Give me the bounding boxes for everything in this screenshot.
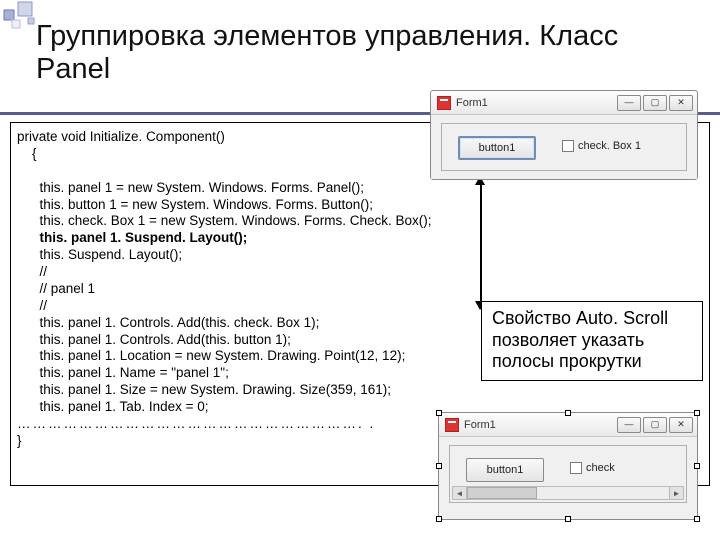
panel: button1 check ◄ ► (449, 445, 687, 503)
button1[interactable]: button1 (458, 136, 536, 160)
code-line: this. panel 1. Controls. Add(this. check… (17, 315, 319, 330)
code-line: this. panel 1. Name = "panel 1"; (17, 365, 229, 380)
maximize-button[interactable]: ▢ (643, 417, 667, 433)
maximize-button[interactable]: ▢ (643, 95, 667, 111)
resize-handle[interactable] (436, 463, 442, 469)
button1[interactable]: button1 (466, 458, 544, 482)
code-line: this. Suspend. Layout(); (17, 247, 182, 262)
form-preview-bottom: Form1 — ▢ ✕ button1 check ◄ ► (438, 412, 698, 520)
horizontal-scrollbar[interactable]: ◄ ► (452, 486, 684, 500)
close-button[interactable]: ✕ (669, 417, 693, 433)
window-controls: — ▢ ✕ (617, 417, 693, 433)
form-client-area: button1 check. Box 1 (431, 115, 697, 179)
code-line: { (17, 146, 37, 161)
resize-handle[interactable] (694, 410, 700, 416)
code-line: this. button 1 = new System. Windows. Fo… (17, 197, 373, 212)
resize-handle[interactable] (694, 516, 700, 522)
scroll-left-icon[interactable]: ◄ (453, 487, 467, 499)
panel: button1 check. Box 1 (441, 123, 687, 171)
resize-handle[interactable] (436, 516, 442, 522)
code-line: this. panel 1 = new System. Windows. For… (17, 180, 364, 195)
slide-corner-decoration (0, 0, 60, 36)
resize-handle[interactable] (565, 516, 571, 522)
resize-handle[interactable] (565, 410, 571, 416)
app-icon (437, 96, 451, 110)
code-line: this. panel 1. Size = new System. Drawin… (17, 382, 391, 397)
code-line: this. panel 1. Controls. Add(this. butto… (17, 332, 291, 347)
code-line: } (17, 433, 22, 448)
autoscroll-note: Свойство Auto. Scroll позволяет указать … (481, 301, 703, 381)
checkbox-box (562, 140, 574, 152)
checkbox1[interactable]: check (570, 462, 615, 474)
slide-title: Группировка элементов управления. Класс … (36, 20, 690, 87)
code-line: this. check. Box 1 = new System. Windows… (17, 213, 432, 228)
double-arrow-vertical (476, 177, 486, 309)
window-titlebar: Form1 — ▢ ✕ (439, 413, 697, 437)
window-controls: — ▢ ✕ (617, 95, 693, 111)
code-line: // (17, 298, 47, 313)
code-line-bold: this. panel 1. Suspend. Layout(); (17, 230, 247, 245)
app-icon (445, 418, 459, 432)
note-text: Свойство Auto. Scroll позволяет указать … (492, 308, 668, 371)
scroll-right-icon[interactable]: ► (669, 487, 683, 499)
checkbox-label: check. Box 1 (578, 140, 641, 152)
code-line: // (17, 264, 47, 279)
minimize-button[interactable]: — (617, 95, 641, 111)
form-preview-top: Form1 — ▢ ✕ button1 check. Box 1 (430, 90, 698, 180)
checkbox-box (570, 462, 582, 474)
code-line: private void Initialize. Component() (17, 129, 225, 144)
resize-handle[interactable] (436, 410, 442, 416)
window-title: Form1 (456, 97, 617, 109)
code-line: …………………………………………………………. . (17, 416, 375, 431)
form-client-area: button1 check ◄ ► (439, 437, 697, 519)
code-line: // panel 1 (17, 281, 95, 296)
scroll-thumb[interactable] (467, 487, 537, 499)
scroll-track[interactable] (467, 487, 669, 499)
minimize-button[interactable]: — (617, 417, 641, 433)
window-title: Form1 (464, 419, 617, 431)
window-titlebar: Form1 — ▢ ✕ (431, 91, 697, 115)
checkbox-label: check (586, 462, 615, 474)
code-line: this. panel 1. Location = new System. Dr… (17, 348, 405, 363)
checkbox1[interactable]: check. Box 1 (562, 140, 641, 152)
code-line: this. panel 1. Tab. Index = 0; (17, 399, 209, 414)
code-listing: private void Initialize. Component() { t… (17, 129, 477, 450)
resize-handle[interactable] (694, 463, 700, 469)
close-button[interactable]: ✕ (669, 95, 693, 111)
